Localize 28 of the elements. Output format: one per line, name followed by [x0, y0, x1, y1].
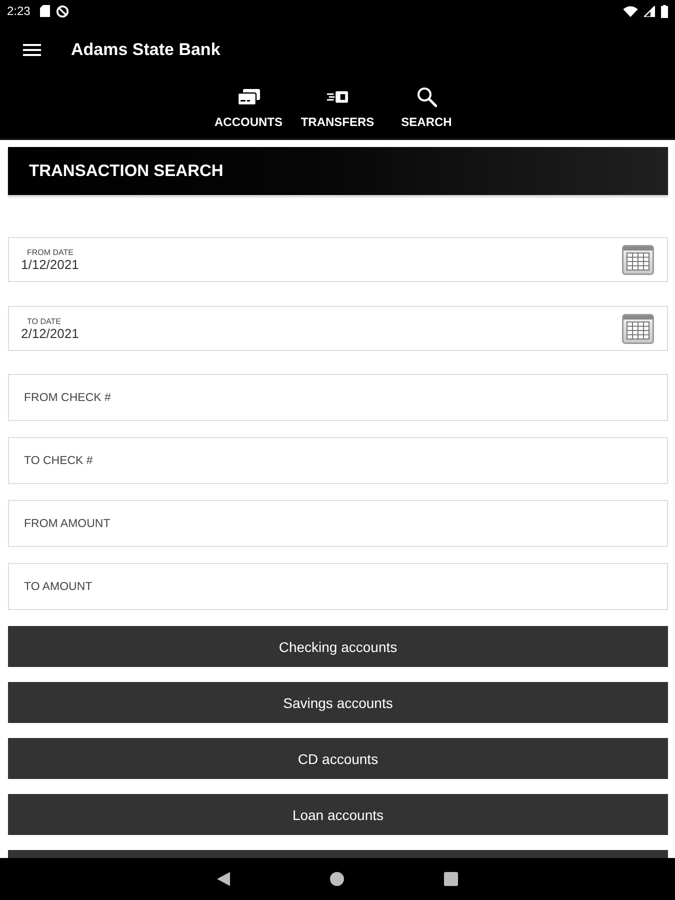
back-icon[interactable]	[217, 872, 230, 886]
calendar-icon[interactable]	[622, 314, 654, 344]
text-field[interactable]: FROM AMOUNT	[8, 500, 668, 547]
nav-tab[interactable]: SEARCH	[382, 78, 471, 138]
account-button[interactable]: Savings accounts	[8, 682, 668, 723]
app-title: Adams State Bank	[71, 40, 220, 60]
account-button[interactable]: Loan accounts	[8, 794, 668, 835]
sd-card-icon	[40, 5, 50, 17]
nav-tab[interactable]: TRANSFERS	[293, 78, 382, 138]
text-field[interactable]: FROM CHECK #	[8, 374, 668, 421]
account-button[interactable]: CD accounts	[8, 738, 668, 779]
status-time: 2:23	[7, 4, 30, 18]
cards-icon	[238, 87, 260, 107]
text-field[interactable]: TO CHECK #	[8, 437, 668, 484]
battery-icon	[661, 4, 668, 18]
blocked-circle-icon	[56, 4, 70, 18]
search-icon	[416, 87, 436, 107]
nav-tab[interactable]: ACCOUNTS	[204, 78, 293, 138]
wifi-icon	[623, 6, 638, 16]
text-field[interactable]: TO AMOUNT	[8, 563, 668, 610]
signal-icon	[644, 6, 655, 16]
menu-icon[interactable]	[23, 44, 41, 56]
home-icon[interactable]	[330, 872, 344, 886]
calendar-icon[interactable]	[622, 244, 654, 274]
date-field[interactable]: TO DATE 2/12/2021	[8, 306, 668, 351]
account-button[interactable]: Checking accounts	[8, 626, 668, 667]
section-header: TRANSACTION SEARCH	[8, 147, 668, 195]
date-field[interactable]: FROM DATE 1/12/2021	[8, 237, 668, 282]
